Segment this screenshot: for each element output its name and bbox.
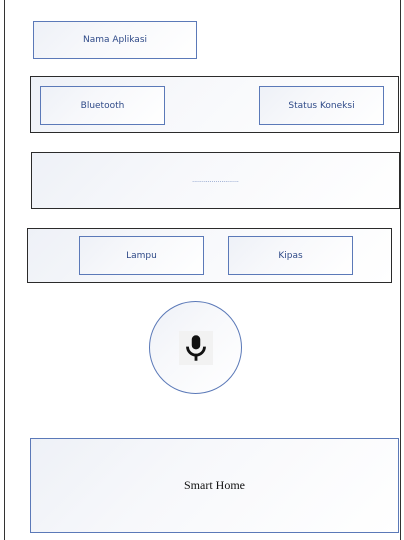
speech-text-value: ........................ [192,177,239,184]
lamp-button-label: Lampu [126,250,157,261]
app-name-label: Nama Aplikasi [82,35,148,45]
bluetooth-button[interactable]: Bluetooth [40,86,165,125]
connection-status-label: Status Koneksi [288,100,355,111]
lamp-button[interactable]: Lampu [79,236,204,275]
microphone-button[interactable] [149,301,242,394]
connection-status: Status Koneksi [259,86,384,125]
bluetooth-button-label: Bluetooth [80,100,125,111]
fan-button-label: Kipas [278,250,303,261]
microphone-icon [178,330,213,365]
footer-banner: Smart Home [30,438,399,533]
speech-text-display: ........................ [31,152,400,209]
fan-button[interactable]: Kipas [228,236,353,275]
app-name-box: Nama Aplikasi [33,21,197,59]
footer-title: Smart Home [184,478,245,492]
